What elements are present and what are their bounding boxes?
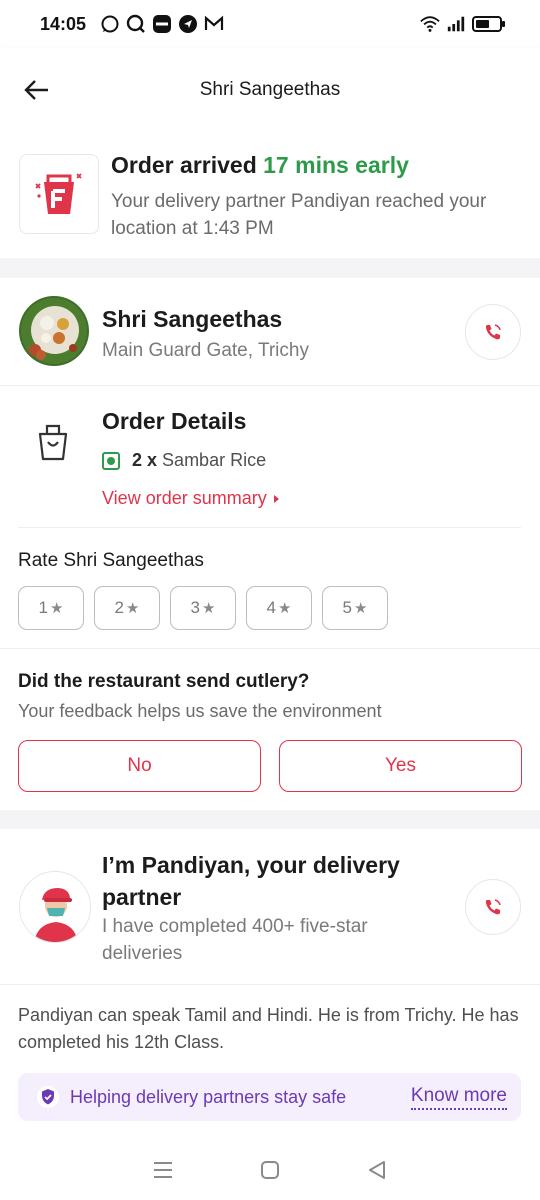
arrival-title-prefix: Order arrived (111, 152, 264, 178)
app-header: Shri Sangeethas (0, 48, 540, 132)
signal-icon (446, 14, 466, 34)
call-restaurant-button[interactable] (465, 304, 521, 360)
page-title: Shri Sangeethas (199, 79, 341, 100)
order-details-title: Order Details (102, 408, 247, 434)
star-icon: ★ (278, 600, 292, 617)
status-app-icons (100, 14, 224, 34)
system-nav-bar (0, 1140, 540, 1200)
star-icon: ★ (126, 600, 140, 617)
phone-icon (485, 324, 501, 340)
wifi-icon (420, 14, 440, 34)
menu-icon (154, 1162, 173, 1178)
delivery-partner-avatar (19, 871, 91, 943)
whatsapp-icon (100, 14, 120, 34)
section-divider (0, 258, 540, 278)
arrival-title: Order arrived 17 mins early (111, 152, 409, 179)
section-divider (0, 810, 540, 829)
restaurant-name: Shri Sangeethas (102, 306, 283, 332)
star-icon: ★ (50, 600, 64, 617)
call-delivery-partner-button[interactable] (465, 879, 521, 935)
restaurant-food-image (19, 296, 89, 366)
location-app-icon (178, 14, 198, 34)
shield-check-icon (36, 1085, 60, 1109)
order-item-quantity: 2 x (132, 450, 158, 470)
delivery-bag-logo-icon (19, 154, 99, 234)
phone-icon (485, 899, 501, 915)
order-item: 2 x Sambar Rice (132, 450, 266, 471)
cutlery-subtitle: Your feedback helps us save the environm… (18, 701, 382, 721)
system-back-button[interactable] (357, 1150, 397, 1190)
status-system-icons (420, 14, 506, 34)
cutlery-yes-button[interactable]: Yes (279, 740, 522, 792)
order-item-name: Sambar Rice (162, 450, 267, 470)
rate-restaurant-label: Rate Shri Sangeethas (18, 550, 204, 571)
back-button[interactable] (20, 74, 52, 106)
view-order-summary-label: View order summary (102, 488, 267, 508)
status-bar: 14:05 (0, 0, 540, 48)
delivery-partner-subtitle: I have completed 400+ five-star deliveri… (102, 916, 368, 964)
status-time: 14:05 (40, 13, 87, 34)
back-triangle-icon (368, 1161, 385, 1179)
cutlery-question: Did the restaurant send cutlery? (18, 671, 310, 692)
view-order-summary-link[interactable]: View order summary (102, 488, 281, 509)
shopping-bag-icon (36, 422, 70, 467)
delivery-partner-card: I’m Pandiyan, your delivery partner I ha… (0, 829, 540, 985)
minus-app-icon (152, 14, 172, 34)
restaurant-card: Shri Sangeethas Main Guard Gate, Trichy (0, 278, 540, 386)
star-icon: ★ (202, 600, 216, 617)
know-more-link[interactable]: Know more (410, 1085, 507, 1110)
rate-4-star-button[interactable]: 4 ★ (246, 586, 312, 630)
home-button[interactable] (250, 1150, 290, 1190)
divider (0, 648, 540, 649)
rate-1-star-button[interactable]: 1 ★ (18, 586, 84, 630)
safety-banner: Helping delivery partners stay safe Know… (18, 1073, 521, 1121)
delivery-partner-bio: Pandiyan can speak Tamil and Hindi. He i… (18, 1005, 519, 1052)
order-arrival-card: Order arrived 17 mins early Your deliver… (0, 132, 540, 258)
rating-options: 1 ★ 2 ★ 3 ★ 4 ★ 5 ★ (18, 586, 388, 630)
star-icon: ★ (354, 600, 368, 617)
back-arrow-icon (24, 80, 48, 100)
caret-right-icon (273, 495, 279, 503)
search-app-icon (126, 14, 146, 34)
arrival-subtitle: Your delivery partner Pandiyan reached y… (111, 191, 487, 239)
rate-2-star-button[interactable]: 2 ★ (94, 586, 160, 630)
arrival-early-time: 17 mins early (263, 152, 409, 178)
divider (18, 527, 521, 528)
battery-icon (472, 14, 506, 34)
cutlery-no-button[interactable]: No (18, 740, 261, 792)
restaurant-location: Main Guard Gate, Trichy (102, 340, 309, 361)
gmail-icon (204, 14, 224, 34)
safety-text: Helping delivery partners stay safe (70, 1086, 347, 1107)
rate-5-star-button[interactable]: 5 ★ (322, 586, 388, 630)
delivery-partner-title: I’m Pandiyan, your delivery partner (102, 852, 400, 910)
veg-indicator-icon (102, 452, 120, 470)
home-square-icon (260, 1161, 279, 1179)
recent-apps-button[interactable] (143, 1150, 183, 1190)
order-details-section: Order Details 2 x Sambar Rice View order… (0, 386, 540, 528)
rate-3-star-button[interactable]: 3 ★ (170, 586, 236, 630)
